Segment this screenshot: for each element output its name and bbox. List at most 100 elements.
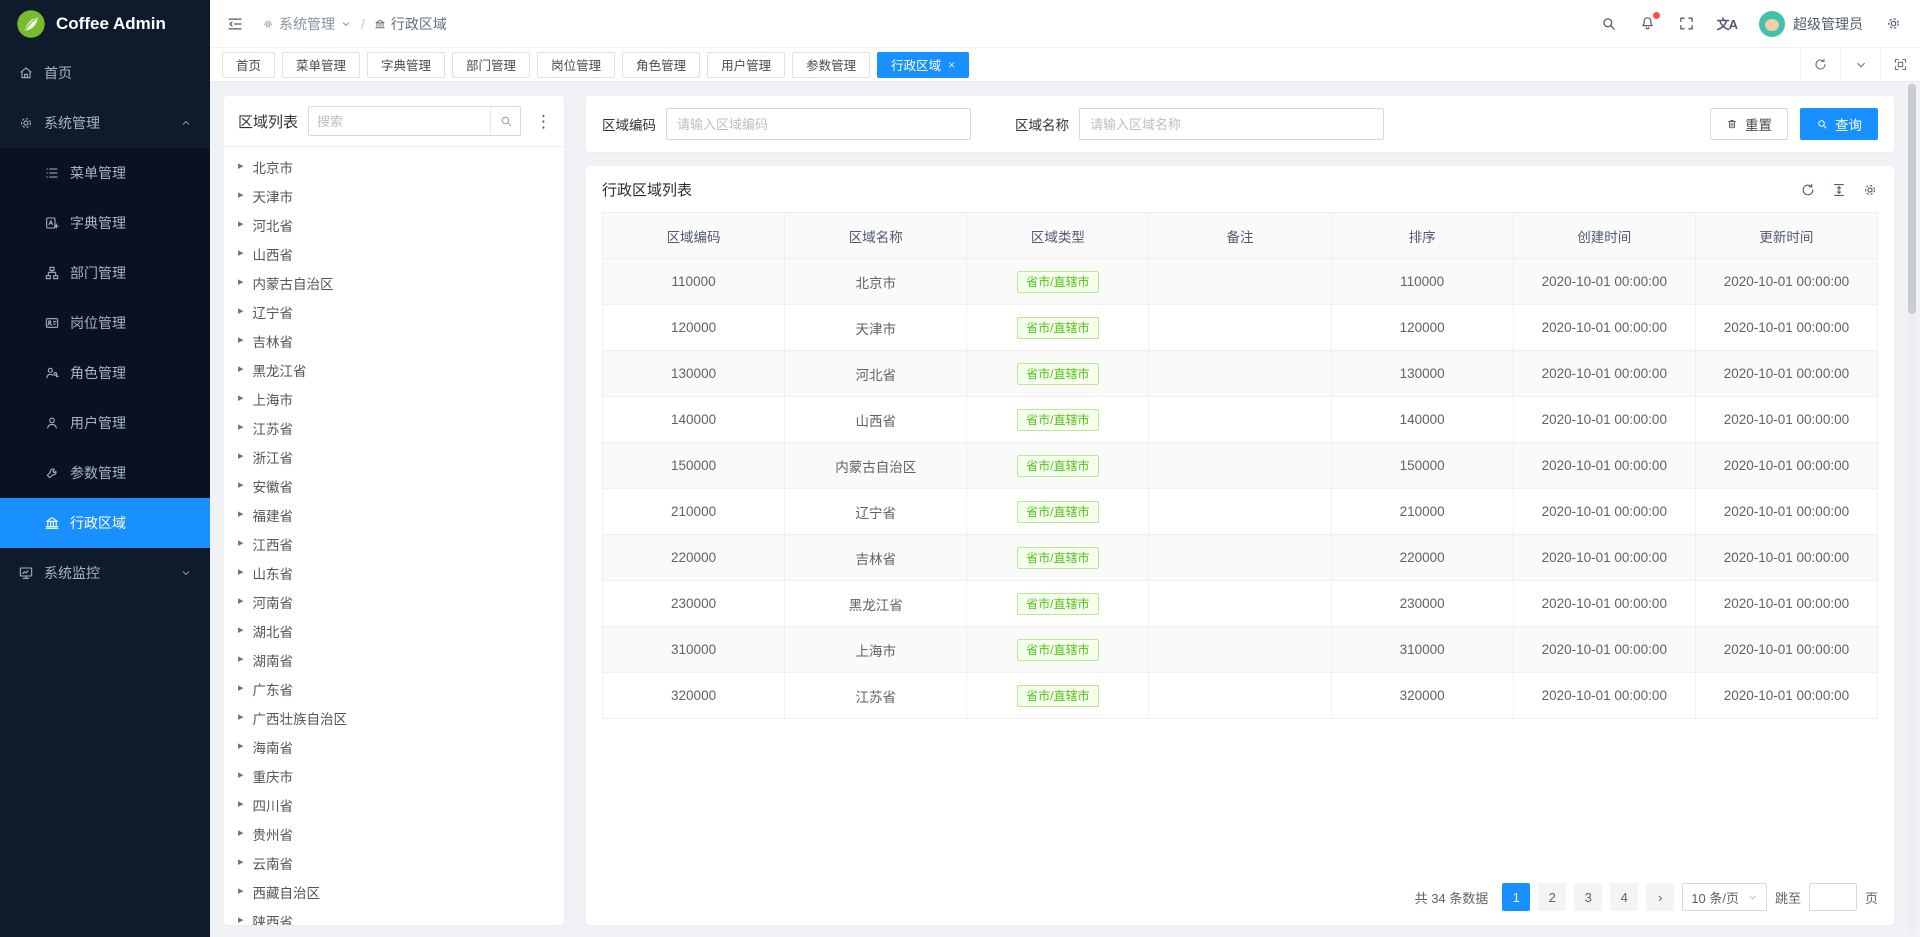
caret-right-icon[interactable]: ▸ bbox=[238, 161, 244, 172]
column-settings-gear-icon[interactable] bbox=[1862, 182, 1878, 198]
tab[interactable]: 部门管理 bbox=[452, 52, 530, 78]
column-header[interactable]: 区域类型 bbox=[967, 213, 1149, 259]
tree-item[interactable]: ▸ 江西省 bbox=[224, 529, 564, 558]
caret-right-icon[interactable]: ▸ bbox=[238, 219, 244, 230]
tab-close-icon[interactable]: × bbox=[948, 58, 955, 72]
sidebar-item-post-mgmt[interactable]: 岗位管理 bbox=[0, 298, 210, 348]
caret-right-icon[interactable]: ▸ bbox=[238, 248, 244, 259]
tree-item[interactable]: ▸ 海南省 bbox=[224, 732, 564, 761]
sidebar-item-menu-mgmt[interactable]: 菜单管理 bbox=[0, 148, 210, 198]
tree-item[interactable]: ▸ 云南省 bbox=[224, 848, 564, 877]
sidebar-item-param-mgmt[interactable]: 参数管理 bbox=[0, 448, 210, 498]
chevron-down-icon[interactable] bbox=[1840, 48, 1880, 81]
tab[interactable]: 参数管理 bbox=[792, 52, 870, 78]
search-button[interactable]: 查询 bbox=[1800, 108, 1878, 140]
table-row[interactable]: 120000 天津市 省市/直辖市 120000 2020-10-01 00:0… bbox=[603, 305, 1878, 351]
tree-search-input[interactable] bbox=[309, 114, 490, 129]
table-row[interactable]: 320000 江苏省 省市/直辖市 320000 2020-10-01 00:0… bbox=[603, 673, 1878, 719]
tree-item[interactable]: ▸ 湖北省 bbox=[224, 616, 564, 645]
caret-right-icon[interactable]: ▸ bbox=[238, 480, 244, 491]
caret-right-icon[interactable]: ▸ bbox=[238, 915, 244, 925]
caret-right-icon[interactable]: ▸ bbox=[238, 683, 244, 694]
table-row[interactable]: 110000 北京市 省市/直辖市 110000 2020-10-01 00:0… bbox=[603, 259, 1878, 305]
tree-item[interactable]: ▸ 广东省 bbox=[224, 674, 564, 703]
tab[interactable]: 角色管理 bbox=[622, 52, 700, 78]
caret-right-icon[interactable]: ▸ bbox=[238, 886, 244, 897]
caret-right-icon[interactable]: ▸ bbox=[238, 654, 244, 665]
caret-right-icon[interactable]: ▸ bbox=[238, 828, 244, 839]
tree-item[interactable]: ▸ 湖南省 bbox=[224, 645, 564, 674]
search-icon[interactable] bbox=[490, 107, 520, 135]
tree-item[interactable]: ▸ 浙江省 bbox=[224, 442, 564, 471]
column-header[interactable]: 区域名称 bbox=[785, 213, 967, 259]
sidebar-item-home[interactable]: 首页 bbox=[0, 48, 210, 98]
tree-item[interactable]: ▸ 天津市 bbox=[224, 181, 564, 210]
caret-right-icon[interactable]: ▸ bbox=[238, 857, 244, 868]
caret-right-icon[interactable]: ▸ bbox=[238, 509, 244, 520]
caret-right-icon[interactable]: ▸ bbox=[238, 741, 244, 752]
caret-right-icon[interactable]: ▸ bbox=[238, 335, 244, 346]
settings-gear-icon[interactable] bbox=[1885, 15, 1902, 32]
tree-item[interactable]: ▸ 广西壮族自治区 bbox=[224, 703, 564, 732]
caret-right-icon[interactable]: ▸ bbox=[238, 799, 244, 810]
caret-right-icon[interactable]: ▸ bbox=[238, 306, 244, 317]
table-row[interactable]: 130000 河北省 省市/直辖市 130000 2020-10-01 00:0… bbox=[603, 351, 1878, 397]
maximize-icon[interactable] bbox=[1880, 48, 1920, 81]
region-name-input[interactable] bbox=[1079, 108, 1384, 140]
caret-right-icon[interactable]: ▸ bbox=[238, 277, 244, 288]
column-header[interactable]: 创建时间 bbox=[1513, 213, 1695, 259]
translate-icon[interactable]: 文A bbox=[1717, 14, 1737, 33]
tree-item[interactable]: ▸ 重庆市 bbox=[224, 761, 564, 790]
page-button[interactable]: 4 bbox=[1610, 883, 1638, 911]
tree-item[interactable]: ▸ 西藏自治区 bbox=[224, 877, 564, 906]
refresh-icon[interactable] bbox=[1800, 48, 1840, 81]
tree-item[interactable]: ▸ 河北省 bbox=[224, 210, 564, 239]
page-size-select[interactable]: 10 条/页 bbox=[1682, 883, 1767, 911]
caret-right-icon[interactable]: ▸ bbox=[238, 712, 244, 723]
user-menu[interactable]: 超级管理员 bbox=[1759, 11, 1863, 37]
tree-item[interactable]: ▸ 辽宁省 bbox=[224, 297, 564, 326]
jump-page-input[interactable] bbox=[1809, 883, 1857, 911]
breadcrumb-section[interactable]: 系统管理 bbox=[262, 14, 352, 34]
tree-item[interactable]: ▸ 黑龙江省 bbox=[224, 355, 564, 384]
caret-right-icon[interactable]: ▸ bbox=[238, 567, 244, 578]
column-header[interactable]: 备注 bbox=[1149, 213, 1331, 259]
table-row[interactable]: 220000 吉林省 省市/直辖市 220000 2020-10-01 00:0… bbox=[603, 535, 1878, 581]
page-button[interactable]: › bbox=[1646, 883, 1674, 911]
sidebar-item-dict-mgmt[interactable]: 字典管理 bbox=[0, 198, 210, 248]
tree-item[interactable]: ▸ 贵州省 bbox=[224, 819, 564, 848]
column-header[interactable]: 排序 bbox=[1331, 213, 1513, 259]
tree-item[interactable]: ▸ 福建省 bbox=[224, 500, 564, 529]
tab[interactable]: 用户管理 bbox=[707, 52, 785, 78]
page-button[interactable]: 2 bbox=[1538, 883, 1566, 911]
caret-right-icon[interactable]: ▸ bbox=[238, 770, 244, 781]
column-height-icon[interactable] bbox=[1831, 182, 1847, 198]
page-button[interactable]: 1 bbox=[1502, 883, 1530, 911]
tree-item[interactable]: ▸ 河南省 bbox=[224, 587, 564, 616]
caret-right-icon[interactable]: ▸ bbox=[238, 393, 244, 404]
more-options-icon[interactable]: ⋮ bbox=[531, 113, 556, 130]
reset-button[interactable]: 重置 bbox=[1710, 108, 1788, 140]
caret-right-icon[interactable]: ▸ bbox=[238, 422, 244, 433]
sidebar-item-region[interactable]: 行政区域 bbox=[0, 498, 210, 548]
tree-item[interactable]: ▸ 山西省 bbox=[224, 239, 564, 268]
caret-right-icon[interactable]: ▸ bbox=[238, 625, 244, 636]
refresh-icon[interactable] bbox=[1800, 182, 1816, 198]
sidebar-group-system[interactable]: 系统管理 bbox=[0, 98, 210, 148]
column-header[interactable]: 区域编码 bbox=[603, 213, 785, 259]
tree-item[interactable]: ▸ 上海市 bbox=[224, 384, 564, 413]
column-header[interactable]: 更新时间 bbox=[1695, 213, 1877, 259]
tree-item[interactable]: ▸ 北京市 bbox=[224, 152, 564, 181]
tree-item[interactable]: ▸ 江苏省 bbox=[224, 413, 564, 442]
menu-fold-icon[interactable] bbox=[222, 11, 248, 37]
table-row[interactable]: 210000 辽宁省 省市/直辖市 210000 2020-10-01 00:0… bbox=[603, 489, 1878, 535]
tree-item[interactable]: ▸ 安徽省 bbox=[224, 471, 564, 500]
caret-right-icon[interactable]: ▸ bbox=[238, 596, 244, 607]
notification-bell-icon[interactable] bbox=[1639, 15, 1656, 32]
tree-item[interactable]: ▸ 陕西省 bbox=[224, 906, 564, 925]
tree-item[interactable]: ▸ 内蒙古自治区 bbox=[224, 268, 564, 297]
table-row[interactable]: 150000 内蒙古自治区 省市/直辖市 150000 2020-10-01 0… bbox=[603, 443, 1878, 489]
tree-item[interactable]: ▸ 山东省 bbox=[224, 558, 564, 587]
fullscreen-icon[interactable] bbox=[1678, 15, 1695, 32]
tree-item[interactable]: ▸ 四川省 bbox=[224, 790, 564, 819]
